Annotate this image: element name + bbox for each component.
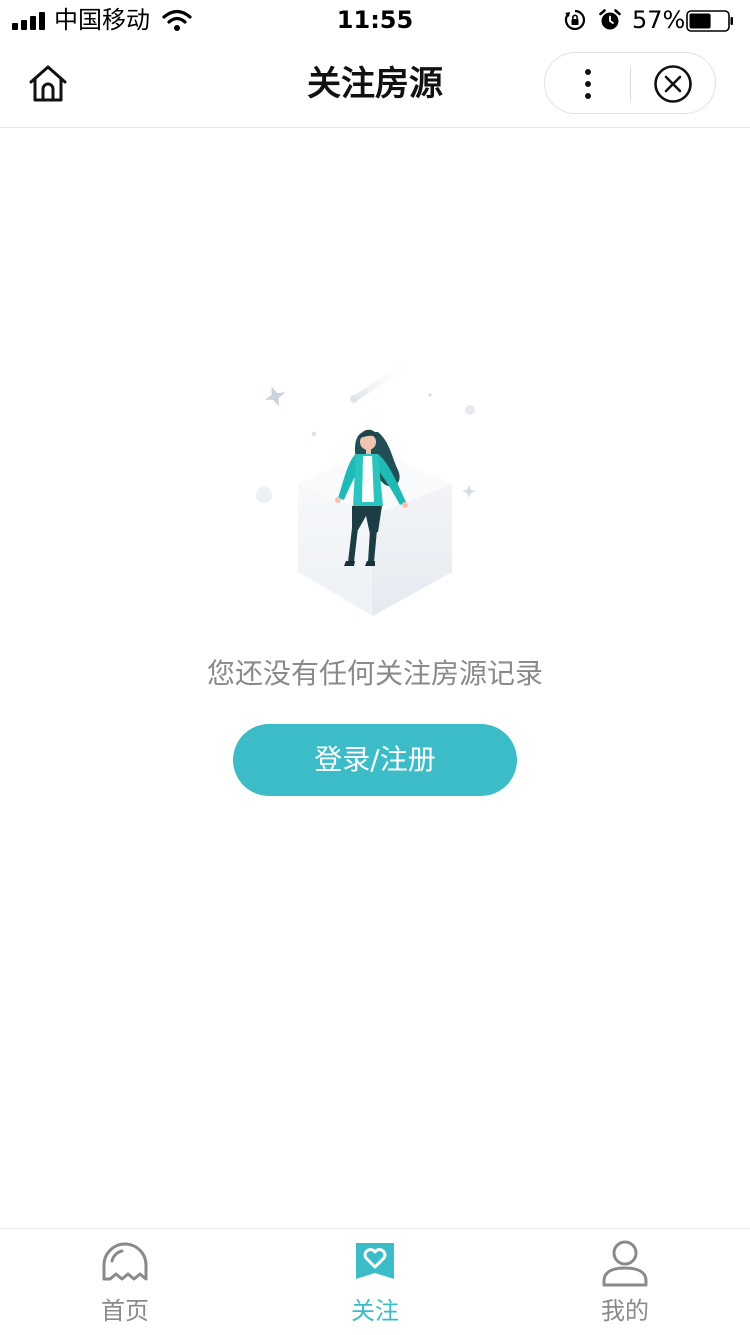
more-vertical-icon[interactable]	[545, 53, 631, 115]
alarm-icon	[599, 9, 621, 30]
empty-state-illustration	[256, 359, 476, 616]
tab-label: 首页	[101, 1297, 149, 1325]
close-circle-icon[interactable]	[653, 64, 693, 104]
empty-message: 您还没有任何关注房源记录	[206, 657, 543, 690]
home-icon[interactable]	[26, 62, 70, 106]
battery-percent: 57%	[632, 6, 686, 34]
tab-follow[interactable]: 关注	[250, 1229, 500, 1335]
nav-bar: 关注房源	[0, 40, 750, 128]
tab-home[interactable]: 首页	[0, 1229, 250, 1335]
battery-icon	[686, 10, 733, 32]
home-ghost-icon	[102, 1242, 148, 1281]
mini-program-capsule	[544, 52, 716, 114]
rotation-lock-icon	[564, 9, 586, 31]
status-bar: 中国移动 11:55 57%	[0, 0, 750, 40]
tab-label: 我的	[601, 1297, 649, 1325]
capsule-divider	[630, 67, 631, 101]
login-register-button[interactable]: 登录/注册	[233, 724, 517, 796]
heart-bookmark-icon	[356, 1243, 394, 1279]
tab-label: 关注	[351, 1297, 399, 1325]
tab-bar: 首页 关注 我的	[0, 1228, 750, 1334]
user-icon	[602, 1240, 648, 1287]
tab-mine[interactable]: 我的	[500, 1229, 750, 1335]
